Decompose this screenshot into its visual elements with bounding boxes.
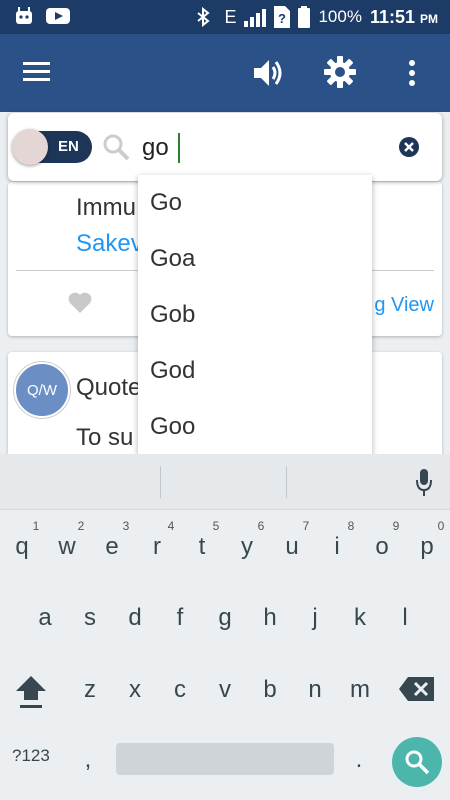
search-fab-icon (405, 750, 430, 775)
svg-text:?: ? (278, 11, 286, 26)
search-bar: EN (8, 113, 442, 181)
strip-divider (286, 466, 287, 498)
suggestion-item[interactable]: Go (138, 175, 372, 231)
key-y[interactable]: y (225, 521, 269, 573)
key-t[interactable]: t (180, 521, 224, 573)
menu-icon[interactable] (22, 60, 52, 84)
strip-divider (160, 466, 161, 498)
key-n[interactable]: n (293, 664, 337, 716)
key-i[interactable]: i (315, 521, 359, 573)
heart-icon[interactable] (68, 292, 92, 314)
key-c[interactable]: c (158, 664, 202, 716)
suggestion-item[interactable]: Gob (138, 287, 372, 343)
suggestion-item[interactable]: Goo (138, 399, 372, 455)
suggestion-item[interactable]: Goa (138, 231, 372, 287)
bluetooth-icon (197, 7, 211, 27)
text-cursor (178, 133, 180, 163)
battery-percent: 100% (318, 7, 362, 26)
key-w[interactable]: w (45, 521, 89, 573)
suggestion-item[interactable]: God (138, 343, 372, 399)
shift-icon[interactable] (14, 674, 48, 710)
soft-keyboard: 1 q 2 w 3 e 4 r 5 t 6 y 7 u 8 i 9 o 0 p … (0, 454, 450, 800)
key-l[interactable]: l (383, 592, 427, 644)
key-x[interactable]: x (113, 664, 157, 716)
signal-icon (244, 7, 267, 27)
status-bar: E ? 100% 11:51 PM (0, 0, 450, 34)
language-toggle[interactable]: EN (12, 129, 92, 165)
comma-key[interactable]: , (66, 734, 110, 786)
key-h[interactable]: h (248, 592, 292, 644)
autocomplete-dropdown: Go Goa Gob God Goo (138, 175, 372, 455)
key-o[interactable]: o (360, 521, 404, 573)
settings-icon[interactable] (324, 56, 356, 88)
network-type: E (224, 6, 237, 27)
android-notification-icon (16, 7, 32, 24)
search-action-button[interactable] (392, 737, 442, 787)
clock-ampm: PM (420, 11, 438, 26)
key-a[interactable]: a (23, 592, 67, 644)
space-bar[interactable] (116, 743, 334, 775)
mic-icon[interactable] (414, 468, 434, 498)
clock: 11:51 PM (370, 7, 438, 28)
youtube-notification-icon (46, 8, 70, 24)
search-icon (103, 134, 130, 161)
toggle-label: EN (58, 138, 79, 155)
clear-icon[interactable] (398, 136, 420, 158)
suggestion-strip (0, 454, 450, 510)
key-s[interactable]: s (68, 592, 112, 644)
card-author-link[interactable]: Sakev (76, 230, 143, 258)
toggle-knob (12, 129, 48, 165)
symbols-key[interactable]: ?123 (12, 746, 50, 766)
volume-icon[interactable] (252, 58, 284, 88)
key-j[interactable]: j (293, 592, 337, 644)
key-f[interactable]: f (158, 592, 202, 644)
key-p[interactable]: p (405, 521, 449, 573)
card-title: Quote (76, 374, 142, 401)
key-b[interactable]: b (248, 664, 292, 716)
key-d[interactable]: d (113, 592, 157, 644)
key-u[interactable]: u (270, 521, 314, 573)
key-z[interactable]: z (68, 664, 112, 716)
period-key[interactable]: . (337, 734, 381, 786)
key-g[interactable]: g (203, 592, 247, 644)
key-v[interactable]: v (203, 664, 247, 716)
key-k[interactable]: k (338, 592, 382, 644)
more-vert-icon[interactable] (408, 60, 416, 86)
card-title: Immu (76, 194, 136, 221)
key-r[interactable]: r (135, 521, 179, 573)
key-e[interactable]: e (90, 521, 134, 573)
key-m[interactable]: m (338, 664, 382, 716)
clock-time: 11:51 (369, 6, 415, 27)
battery-icon (298, 6, 311, 28)
card-view-link[interactable]: g View (374, 294, 434, 317)
sim-unknown-icon: ? (274, 6, 291, 28)
app-bar (0, 34, 450, 112)
backspace-icon[interactable] (398, 676, 436, 702)
key-q[interactable]: q (0, 521, 44, 573)
avatar: Q/W (14, 362, 70, 418)
